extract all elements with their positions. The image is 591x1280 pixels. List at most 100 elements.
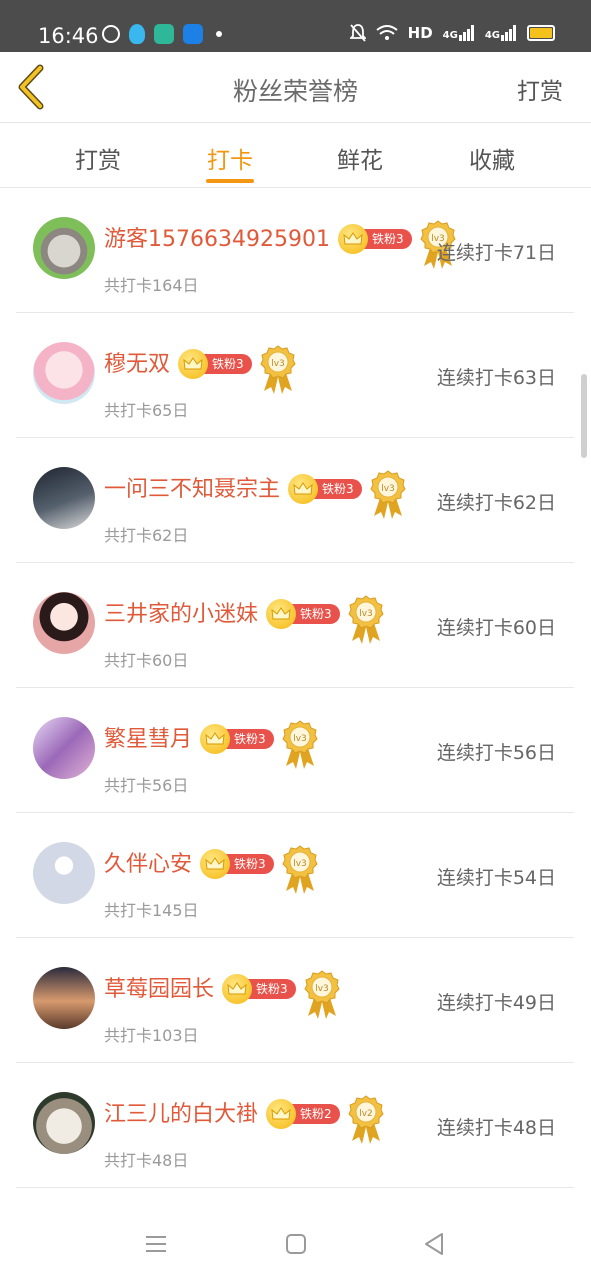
user-name[interactable]: 繁星彗月 bbox=[104, 721, 192, 753]
hd-label: HD bbox=[407, 24, 433, 42]
level-text: lv2 bbox=[359, 1109, 373, 1119]
streak-checkin-days: 连续打卡54日 bbox=[436, 867, 556, 889]
list-item[interactable]: 久伴心安 铁粉3 lv3 共打卡145日 连续打卡54日 bbox=[16, 813, 574, 938]
avatar[interactable] bbox=[33, 342, 95, 404]
streak-checkin-days: 连续打卡60日 bbox=[436, 617, 556, 639]
total-checkin-days: 共打卡164日 bbox=[104, 276, 199, 295]
list-item[interactable]: 繁星彗月 铁粉3 lv3 共打卡56日 连续打卡56日 bbox=[16, 688, 574, 813]
level-medal-icon: lv3 bbox=[282, 845, 318, 895]
more-notifications-dot bbox=[216, 31, 222, 37]
notification-icons bbox=[102, 24, 222, 44]
avatar[interactable] bbox=[33, 217, 95, 279]
app-notification-icon bbox=[102, 25, 120, 43]
crown-icon bbox=[200, 724, 230, 754]
level-text: lv3 bbox=[293, 859, 307, 869]
crown-icon bbox=[288, 474, 318, 504]
fan-level-badge: 铁粉3 bbox=[288, 474, 362, 504]
crown-icon bbox=[266, 1099, 296, 1129]
total-checkin-days: 共打卡62日 bbox=[104, 526, 189, 545]
level-medal-icon: lv3 bbox=[370, 470, 406, 520]
total-checkin-days: 共打卡48日 bbox=[104, 1151, 189, 1170]
scrollbar[interactable] bbox=[581, 374, 587, 458]
crown-icon bbox=[200, 849, 230, 879]
level-text: lv3 bbox=[315, 984, 329, 994]
avatar[interactable] bbox=[33, 842, 95, 904]
user-name[interactable]: 三井家的小迷妹 bbox=[104, 596, 258, 628]
active-tab-indicator bbox=[206, 179, 254, 183]
avatar[interactable] bbox=[33, 592, 95, 654]
crown-icon bbox=[338, 224, 368, 254]
system-nav-bar bbox=[0, 1200, 591, 1280]
list-item[interactable]: 穆无双 铁粉3 lv3 共打卡65日 连续打卡63日 bbox=[16, 313, 574, 438]
system-icons: HD 4G 4G bbox=[349, 24, 555, 42]
total-checkin-days: 共打卡145日 bbox=[104, 901, 199, 920]
app2-icon bbox=[154, 24, 174, 44]
badge-group: 铁粉3 lv3 bbox=[288, 464, 406, 519]
signal-4g-2: 4G bbox=[485, 25, 517, 41]
fan-level-badge: 铁粉3 bbox=[338, 224, 412, 254]
level-medal-icon: lv3 bbox=[304, 970, 340, 1020]
wifi-icon bbox=[376, 25, 398, 40]
reward-action-button[interactable]: 打赏 bbox=[517, 72, 563, 106]
app-header: 粉丝荣誉榜 打赏 bbox=[0, 52, 591, 123]
badge-group: 铁粉3 lv3 bbox=[178, 339, 296, 394]
level-medal-icon: lv3 bbox=[260, 345, 296, 395]
fan-level-badge: 铁粉3 bbox=[222, 974, 296, 1004]
streak-checkin-days: 连续打卡63日 bbox=[436, 367, 556, 389]
home-square-icon[interactable] bbox=[282, 1230, 310, 1258]
fan-level-badge: 铁粉3 bbox=[200, 849, 274, 879]
badge-group: 铁粉3 lv3 bbox=[222, 964, 340, 1019]
badge-group: 铁粉3 lv3 bbox=[200, 714, 318, 769]
crown-icon bbox=[222, 974, 252, 1004]
level-medal-icon: lv3 bbox=[282, 720, 318, 770]
user-name[interactable]: 穆无双 bbox=[104, 346, 170, 378]
user-name[interactable]: 草莓园园长 bbox=[104, 971, 214, 1003]
battery-icon bbox=[527, 25, 555, 41]
level-medal-icon: lv2 bbox=[348, 1095, 384, 1145]
tab-checkin[interactable]: 打卡 bbox=[190, 141, 270, 175]
status-bar: 16:46 HD 4G 4G bbox=[0, 0, 591, 52]
streak-checkin-days: 连续打卡71日 bbox=[436, 242, 556, 264]
tab-reward[interactable]: 打赏 bbox=[58, 141, 138, 175]
signal-4g-1: 4G bbox=[443, 25, 475, 41]
tab-flowers[interactable]: 鲜花 bbox=[320, 141, 400, 175]
list-item[interactable]: 江三儿的白大褂 铁粉2 lv2 共打卡48日 连续打卡48日 bbox=[16, 1063, 574, 1188]
tab-favorites[interactable]: 收藏 bbox=[452, 141, 532, 175]
streak-checkin-days: 连续打卡62日 bbox=[436, 492, 556, 514]
avatar[interactable] bbox=[33, 717, 95, 779]
total-checkin-days: 共打卡56日 bbox=[104, 776, 189, 795]
user-name[interactable]: 一问三不知聂宗主 bbox=[104, 471, 280, 503]
avatar[interactable] bbox=[33, 967, 95, 1029]
badge-group: 铁粉3 lv3 bbox=[200, 839, 318, 894]
crown-icon bbox=[178, 349, 208, 379]
fan-level-badge: 铁粉2 bbox=[266, 1099, 340, 1129]
fan-level-badge: 铁粉3 bbox=[178, 349, 252, 379]
list-item[interactable]: 三井家的小迷妹 铁粉3 lv3 共打卡60日 连续打卡60日 bbox=[16, 563, 574, 688]
level-medal-icon: lv3 bbox=[348, 595, 384, 645]
avatar[interactable] bbox=[33, 1092, 95, 1154]
streak-checkin-days: 连续打卡48日 bbox=[436, 1117, 556, 1139]
app3-icon bbox=[183, 24, 203, 44]
level-text: lv3 bbox=[359, 609, 373, 619]
user-name[interactable]: 久伴心安 bbox=[104, 846, 192, 878]
avatar[interactable] bbox=[33, 467, 95, 529]
streak-checkin-days: 连续打卡49日 bbox=[436, 992, 556, 1014]
level-text: lv3 bbox=[293, 734, 307, 744]
qq-icon bbox=[129, 24, 145, 44]
menu-icon[interactable] bbox=[142, 1230, 170, 1258]
fan-level-badge: 铁粉3 bbox=[200, 724, 274, 754]
list-item[interactable]: 游客1576634925901 铁粉3 lv3 共打卡164日 连续打卡71日 bbox=[16, 188, 574, 313]
total-checkin-days: 共打卡103日 bbox=[104, 1026, 199, 1045]
total-checkin-days: 共打卡65日 bbox=[104, 401, 189, 420]
list-item[interactable]: 草莓园园长 铁粉3 lv3 共打卡103日 连续打卡49日 bbox=[16, 938, 574, 1063]
badge-group: 铁粉2 lv2 bbox=[266, 1089, 384, 1144]
list-item[interactable]: 一问三不知聂宗主 铁粉3 lv3 共打卡62日 连续打卡62日 bbox=[16, 438, 574, 563]
back-triangle-icon[interactable] bbox=[420, 1230, 448, 1258]
total-checkin-days: 共打卡60日 bbox=[104, 651, 189, 670]
mute-bell-icon bbox=[349, 24, 366, 42]
tab-bar: 打赏 打卡 鲜花 收藏 bbox=[0, 123, 591, 188]
user-name[interactable]: 江三儿的白大褂 bbox=[104, 1096, 258, 1128]
streak-checkin-days: 连续打卡56日 bbox=[436, 742, 556, 764]
user-name[interactable]: 游客1576634925901 bbox=[104, 221, 330, 253]
level-text: lv3 bbox=[381, 484, 395, 494]
